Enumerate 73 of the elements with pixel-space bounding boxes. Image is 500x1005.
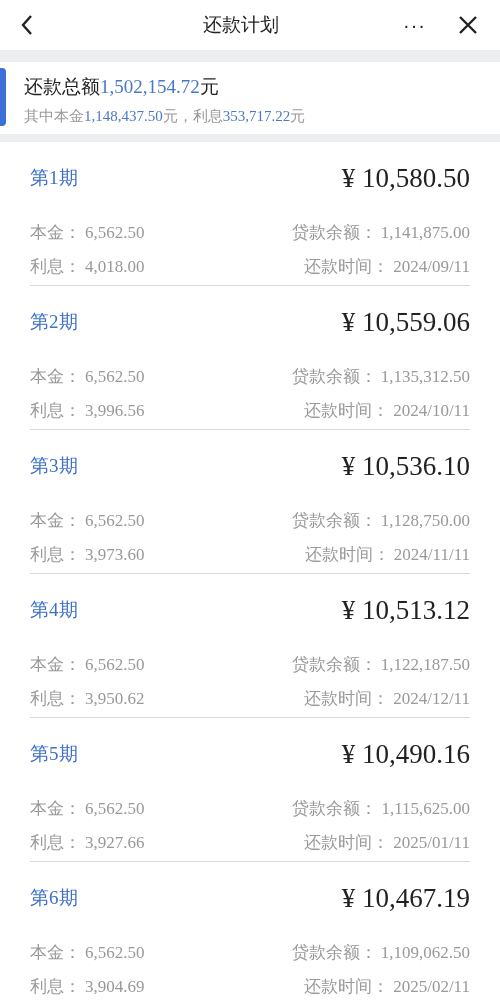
period-label: 第2期 bbox=[30, 310, 78, 334]
unit-label: 元 bbox=[199, 76, 219, 97]
accent-bar bbox=[0, 68, 6, 126]
period-label: 第6期 bbox=[30, 886, 78, 910]
principal-label: 其中本金 bbox=[24, 108, 84, 124]
balance-value: 1,122,187.50 bbox=[380, 654, 470, 674]
interest-label: 利息： bbox=[30, 544, 81, 564]
date-value: 2025/02/11 bbox=[393, 976, 470, 996]
date-value: 2024/09/11 bbox=[393, 256, 470, 276]
total-label: 还款总额 bbox=[24, 76, 100, 97]
unit-label: 元 bbox=[290, 108, 306, 124]
balance-label: 贷款余额： bbox=[291, 510, 377, 530]
principal-total: 1,148,437.50 bbox=[84, 108, 163, 124]
interest-total: 353,717.22 bbox=[222, 108, 291, 124]
interest-value: 3,904.69 bbox=[85, 976, 145, 996]
principal-value: 6,562.50 bbox=[85, 510, 145, 530]
back-icon[interactable] bbox=[20, 14, 34, 36]
payment-amount: ¥ 10,559.06 bbox=[341, 306, 470, 338]
period-label: 第4期 bbox=[30, 598, 78, 622]
interest-label: 利息： bbox=[30, 832, 81, 852]
principal-label: 本金： bbox=[30, 654, 81, 674]
balance-value: 1,128,750.00 bbox=[380, 510, 470, 530]
balance-value: 1,109,062.50 bbox=[380, 942, 470, 962]
page-title: 还款计划 bbox=[201, 12, 280, 37]
payment-amount: ¥ 10,513.12 bbox=[341, 594, 470, 626]
interest-label: 利息： bbox=[30, 688, 81, 708]
principal-label: 本金： bbox=[30, 798, 81, 818]
balance-label: 贷款余额： bbox=[291, 654, 377, 674]
period-label: 第5期 bbox=[30, 742, 78, 766]
date-value: 2024/12/11 bbox=[393, 688, 470, 708]
interest-value: 3,996.56 bbox=[85, 400, 145, 420]
interest-value: 3,973.60 bbox=[85, 544, 145, 564]
balance-value: 1,141,875.00 bbox=[380, 222, 470, 242]
principal-label: 本金： bbox=[30, 366, 81, 386]
date-label: 还款时间： bbox=[304, 832, 390, 852]
close-icon[interactable] bbox=[458, 15, 478, 35]
payment-amount: ¥ 10,490.16 bbox=[341, 738, 470, 770]
more-button[interactable]: ··· bbox=[397, 12, 432, 38]
period-label: 第1期 bbox=[30, 166, 78, 190]
balance-label: 贷款余额： bbox=[291, 366, 377, 386]
interest-label: 利息： bbox=[30, 400, 81, 420]
interest-label: 利息： bbox=[30, 256, 81, 276]
period-label: 第3期 bbox=[30, 454, 78, 478]
date-label: 还款时间： bbox=[304, 256, 390, 276]
principal-label: 本金： bbox=[30, 942, 81, 962]
principal-value: 6,562.50 bbox=[85, 654, 145, 674]
interest-value: 3,927.66 bbox=[85, 832, 145, 852]
principal-label: 本金： bbox=[30, 222, 81, 242]
principal-value: 6,562.50 bbox=[85, 942, 145, 962]
principal-label: 本金： bbox=[30, 510, 81, 530]
principal-value: 6,562.50 bbox=[85, 366, 145, 386]
total-amount: 1,502,154.72 bbox=[100, 76, 200, 97]
date-label: 还款时间： bbox=[304, 400, 390, 420]
balance-value: 1,135,312.50 bbox=[380, 366, 470, 386]
interest-value: 3,950.62 bbox=[85, 688, 145, 708]
principal-value: 6,562.50 bbox=[85, 798, 145, 818]
date-label: 还款时间： bbox=[304, 688, 390, 708]
date-value: 2024/11/11 bbox=[393, 544, 470, 564]
balance-label: 贷款余额： bbox=[291, 222, 377, 242]
payment-amount: ¥ 10,467.19 bbox=[341, 882, 470, 914]
date-label: 还款时间： bbox=[304, 976, 390, 996]
balance-value: 1,115,625.00 bbox=[381, 798, 470, 818]
balance-label: 贷款余额： bbox=[292, 798, 378, 818]
payment-amount: ¥ 10,536.10 bbox=[341, 450, 470, 482]
date-value: 2024/10/11 bbox=[393, 400, 470, 420]
interest-value: 4,018.00 bbox=[85, 256, 145, 276]
payment-amount: ¥ 10,580.50 bbox=[341, 162, 470, 194]
interest-label: 元，利息 bbox=[162, 108, 223, 124]
interest-label: 利息： bbox=[30, 976, 81, 996]
date-label: 还款时间： bbox=[304, 544, 390, 564]
principal-value: 6,562.50 bbox=[85, 222, 145, 242]
date-value: 2025/01/11 bbox=[393, 832, 470, 852]
balance-label: 贷款余额： bbox=[291, 942, 377, 962]
